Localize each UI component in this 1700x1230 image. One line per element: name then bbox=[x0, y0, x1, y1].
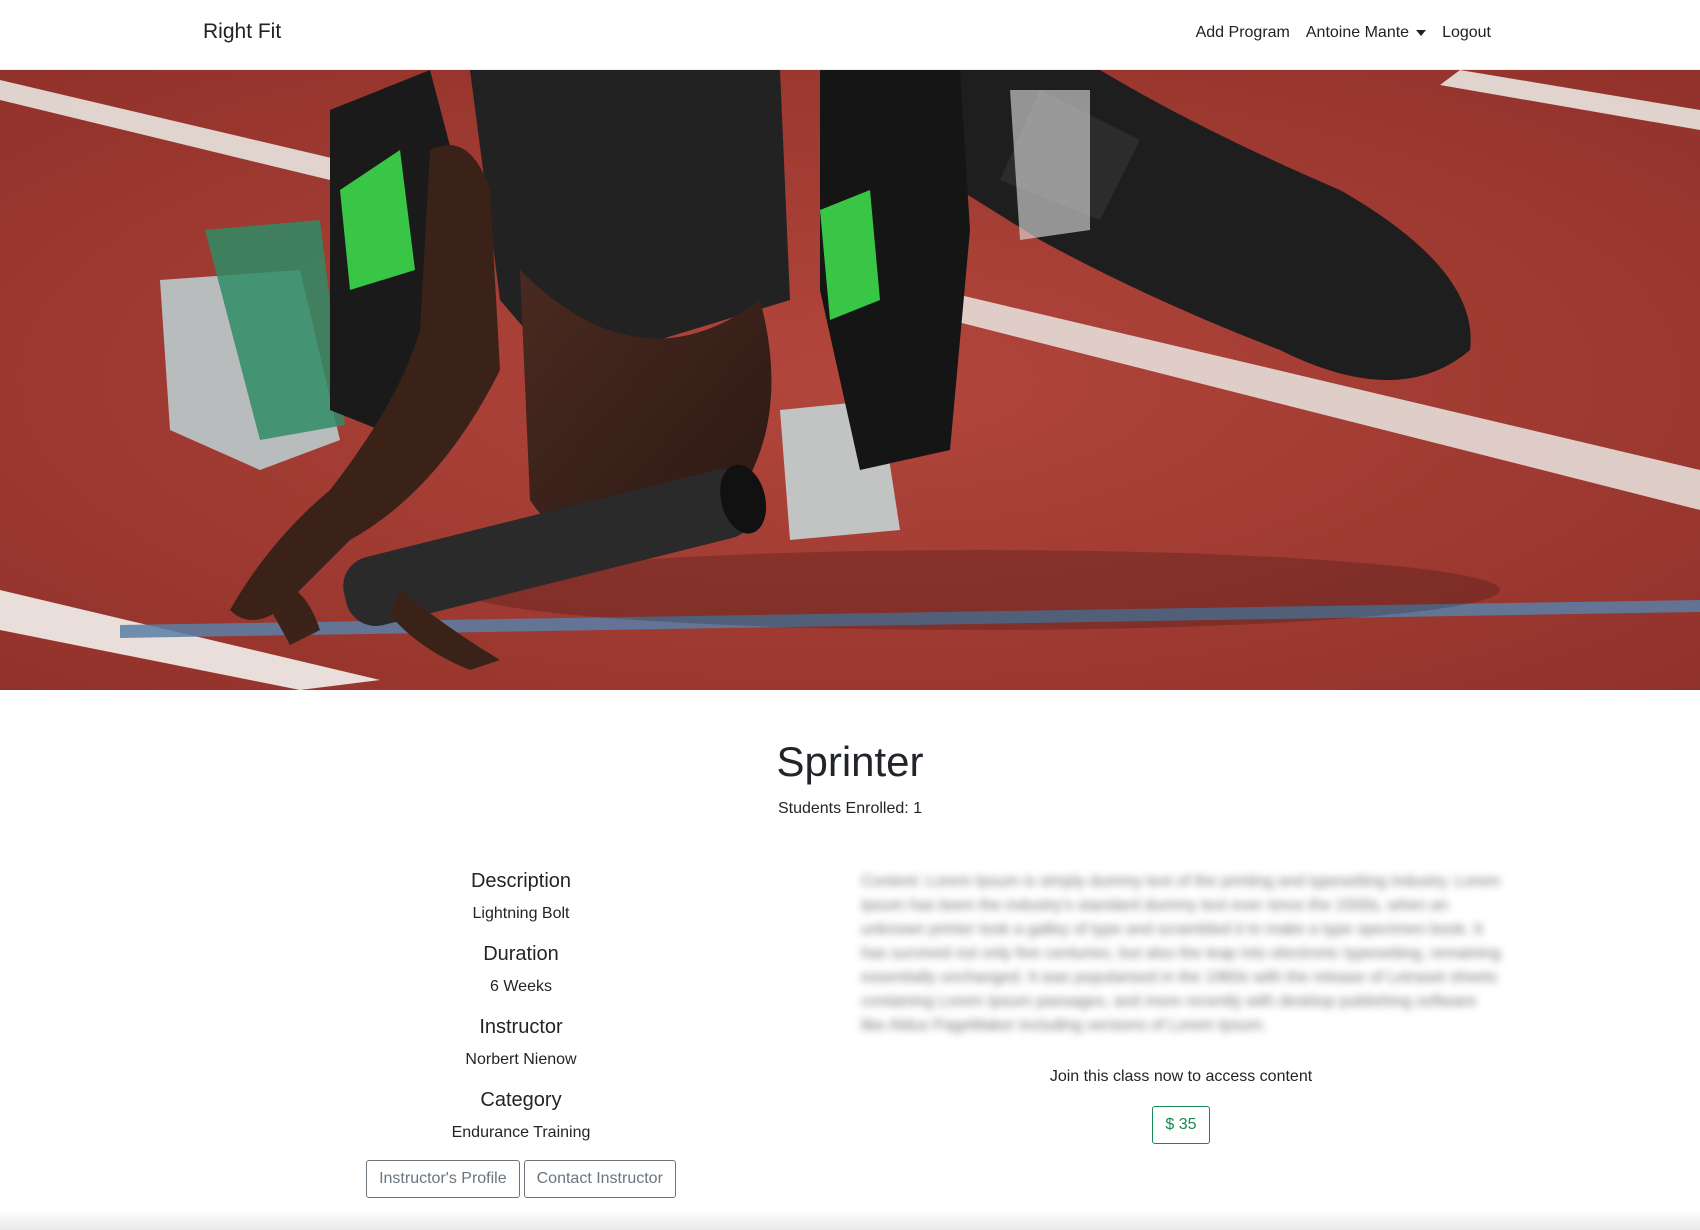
students-enrolled: Students Enrolled: 1 bbox=[777, 800, 923, 817]
program-details: Description Lightning Bolt Duration 6 We… bbox=[360, 870, 682, 1198]
nav-links: Add Program Antoine Mante Logout bbox=[1196, 24, 1491, 42]
sprinter-track-illustration bbox=[0, 70, 1700, 690]
add-program-link[interactable]: Add Program bbox=[1196, 24, 1290, 42]
locked-content-text: Content: Lorem Ipsum is simply dummy tex… bbox=[861, 873, 1501, 1034]
caret-down-icon bbox=[1416, 30, 1427, 36]
contact-instructor-button[interactable]: Contact Instructor bbox=[523, 1160, 676, 1198]
logout-link[interactable]: Logout bbox=[1442, 24, 1491, 42]
category-value: Endurance Training bbox=[451, 1124, 591, 1141]
description-value: Lightning Bolt bbox=[472, 905, 570, 922]
join-prompt: Join this class now to access content bbox=[1049, 1068, 1313, 1085]
price-wrapper: $ 35 bbox=[861, 1106, 1501, 1144]
duration-heading: Duration bbox=[483, 943, 559, 965]
instructor-value: Norbert Nienow bbox=[465, 1051, 577, 1068]
description-heading: Description bbox=[470, 870, 572, 892]
program-content: Content: Lorem Ipsum is simply dummy tex… bbox=[861, 870, 1501, 1144]
program-title: Sprinter bbox=[776, 738, 924, 785]
user-name-label: Antoine Mante bbox=[1305, 24, 1410, 41]
category-heading: Category bbox=[480, 1089, 562, 1111]
instructor-profile-button[interactable]: Instructor's Profile bbox=[366, 1160, 520, 1198]
hero-image bbox=[0, 70, 1700, 690]
brand-link[interactable]: Right Fit bbox=[203, 20, 281, 44]
duration-value: 6 Weeks bbox=[490, 978, 552, 995]
footer-strip bbox=[0, 1210, 1700, 1230]
user-menu-dropdown[interactable]: Antoine Mante bbox=[1305, 24, 1427, 42]
join-price-button[interactable]: $ 35 bbox=[1152, 1106, 1210, 1144]
instructor-heading: Instructor bbox=[479, 1016, 563, 1038]
top-navbar: Right Fit Add Program Antoine Mante Logo… bbox=[0, 0, 1700, 70]
instructor-buttons: Instructor's Profile Contact Instructor bbox=[360, 1160, 682, 1198]
